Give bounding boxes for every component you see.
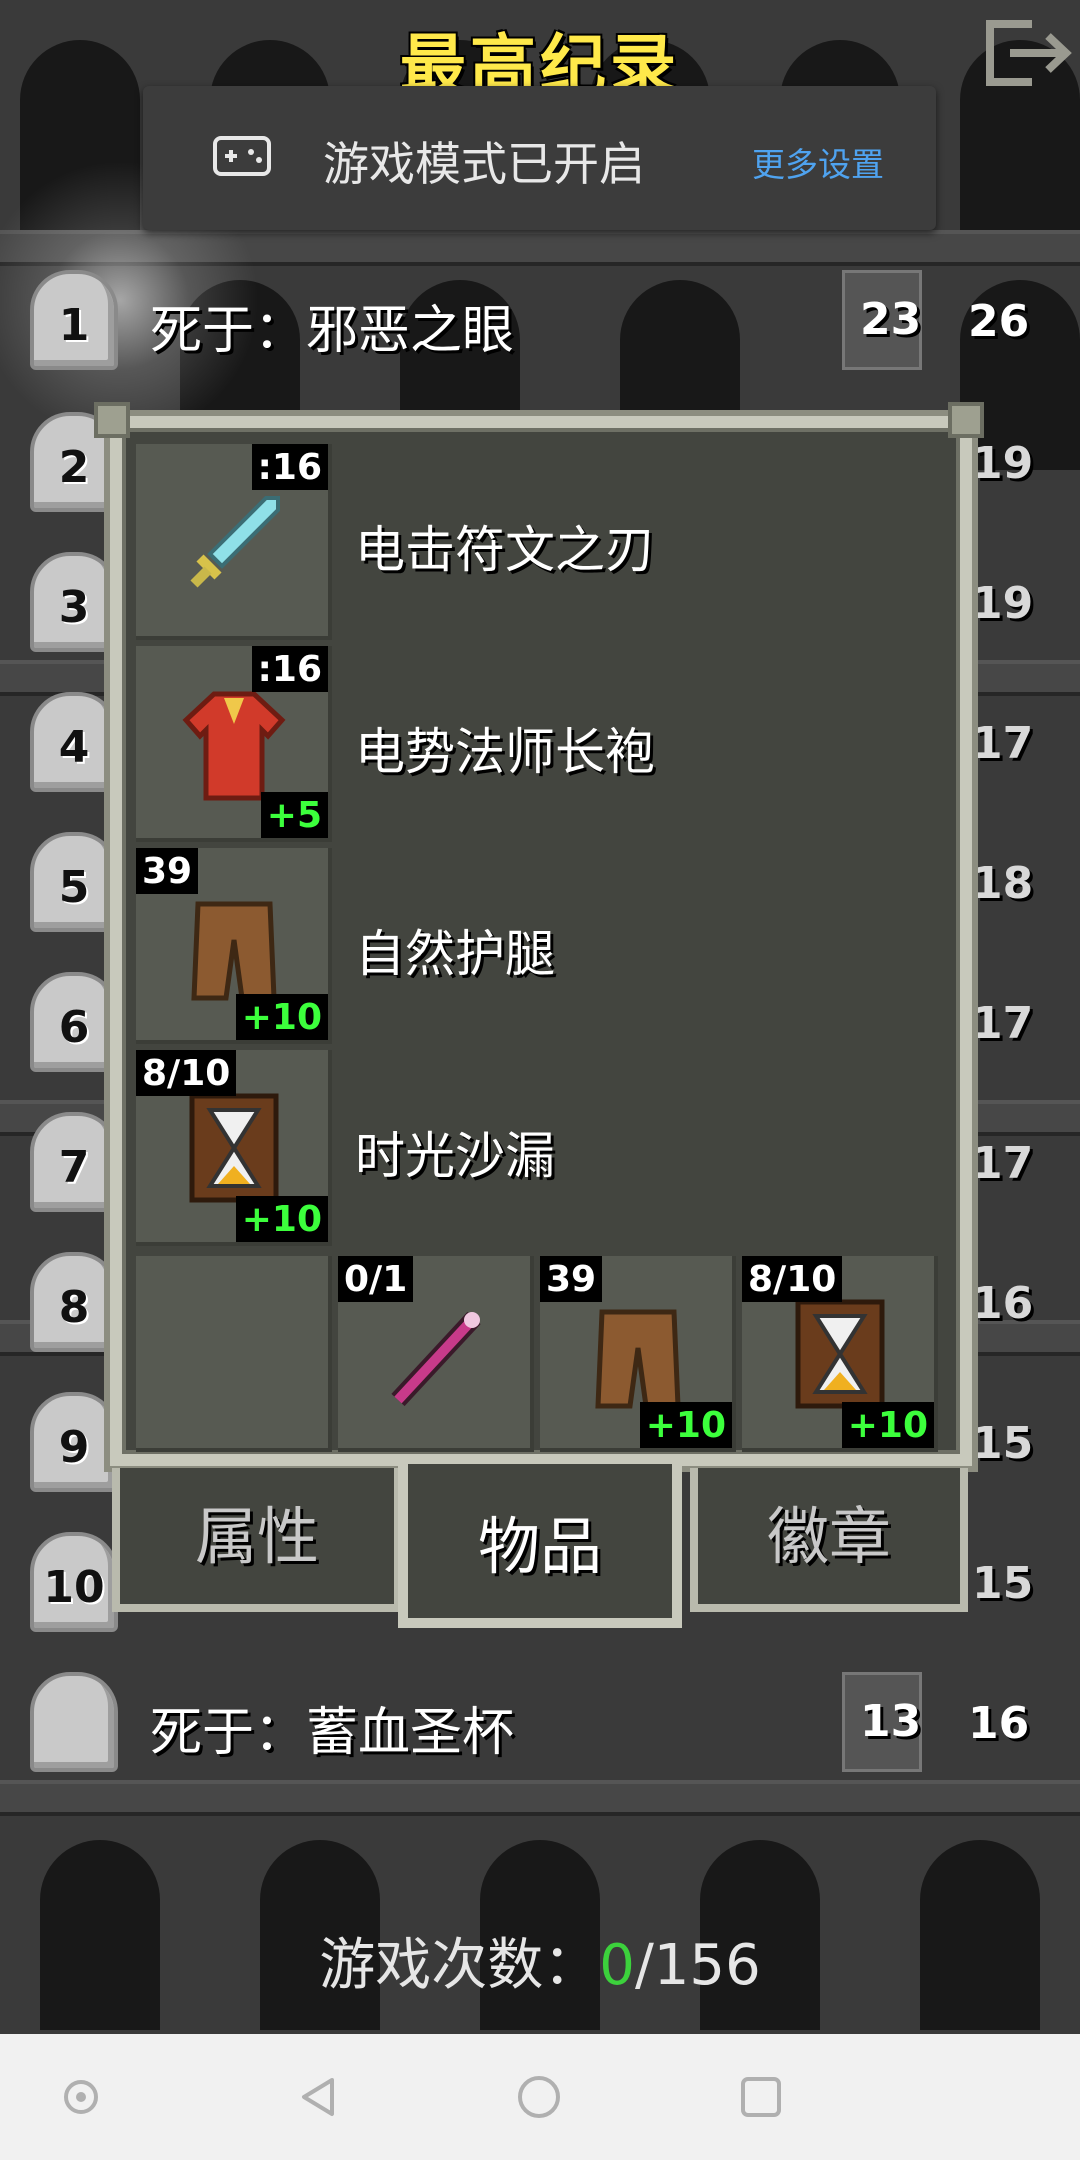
recents-icon[interactable]	[736, 2072, 786, 2122]
item-name: 时光沙漏	[355, 1127, 555, 1185]
wand-icon	[391, 1311, 481, 1407]
window-corner	[94, 402, 130, 438]
toast-message: 游戏模式已开启	[323, 137, 645, 191]
games-total: /156	[634, 1933, 761, 1998]
games-played: 0	[599, 1933, 635, 1998]
side-level: 17	[972, 998, 1034, 1049]
side-level: 19	[972, 578, 1034, 629]
record-row[interactable]: 1 死于：邪恶之眼 23 26	[0, 270, 1080, 380]
level-value: 26	[968, 296, 1030, 347]
quickslot-empty[interactable]	[136, 1256, 332, 1452]
depth-tower: 23	[842, 270, 938, 370]
charge-badge: 39	[136, 848, 199, 894]
charge-badge: 8/10	[742, 1256, 843, 1302]
gamepad-icon	[213, 136, 271, 176]
upgrade-badge: +10	[639, 1402, 732, 1448]
upgrade-badge: +5	[260, 792, 328, 838]
games-label: 游戏次数：	[319, 1933, 600, 1998]
quickslot-wand[interactable]: 0/1	[338, 1256, 534, 1452]
leggings-slot[interactable]: 39 +10	[136, 848, 332, 1044]
upgrade-badge: +10	[235, 1196, 328, 1242]
leggings-icon	[595, 1309, 681, 1409]
item-badge: :16	[251, 646, 328, 692]
system-nav-bar	[0, 2034, 1080, 2160]
depth-value: 23	[860, 294, 922, 345]
side-level: 19	[972, 438, 1034, 489]
leggings-icon	[191, 901, 277, 1001]
tab-items[interactable]: 物品	[398, 1464, 682, 1628]
sword-icon	[190, 496, 280, 588]
weapon-slot[interactable]: :16	[136, 444, 332, 640]
side-level: 17	[972, 718, 1034, 769]
window-corner	[948, 402, 984, 438]
tab-badges[interactable]: 徽章	[690, 1468, 968, 1612]
side-level: 16	[972, 1278, 1034, 1329]
depth-value: 13	[860, 1696, 922, 1747]
robe-icon	[182, 691, 286, 801]
tombstone-icon: 10	[30, 1532, 118, 1632]
charge-badge: 8/10	[136, 1050, 237, 1096]
side-level: 15	[972, 1418, 1034, 1469]
upgrade-badge: +10	[841, 1402, 934, 1448]
quickslot-leggings[interactable]: 39 +10	[540, 1256, 736, 1452]
hourglass-icon	[795, 1299, 885, 1409]
record-row[interactable]: 死于：蓄血圣杯 13 16	[0, 1672, 1080, 1782]
item-name: 自然护腿	[355, 925, 555, 983]
item-badge: :16	[251, 444, 328, 490]
back-icon[interactable]	[294, 2072, 344, 2122]
death-cause: 死于：邪恶之眼	[150, 301, 515, 361]
armor-slot[interactable]: :16 +5	[136, 646, 332, 842]
level-value: 16	[968, 1698, 1030, 1749]
artifact-slot[interactable]: 8/10 +10	[136, 1050, 332, 1246]
item-name: 电势法师长袍	[355, 723, 655, 781]
more-settings-link[interactable]: 更多设置	[752, 138, 884, 186]
side-level: 18	[972, 858, 1034, 909]
game-mode-toast: 游戏模式已开启 更多设置	[143, 86, 936, 230]
hourglass-icon	[189, 1093, 279, 1203]
tombstone-icon: 1	[30, 270, 118, 370]
home-icon[interactable]	[514, 2072, 564, 2122]
tab-stats[interactable]: 属性	[112, 1468, 402, 1612]
exit-icon[interactable]	[982, 18, 1072, 88]
upgrade-badge: +10	[235, 994, 328, 1040]
games-played-counter: 游戏次数：0/156	[0, 1920, 1080, 2001]
quickslot-hourglass[interactable]: 8/10 +10	[742, 1256, 938, 1452]
charge-badge: 0/1	[338, 1256, 414, 1302]
charge-badge: 39	[540, 1256, 603, 1302]
item-name: 电击符文之刃	[355, 521, 655, 579]
depth-tower: 13	[842, 1672, 938, 1772]
assist-icon[interactable]	[56, 2072, 106, 2122]
death-cause: 死于：蓄血圣杯	[150, 1703, 515, 1763]
side-level: 15	[972, 1558, 1034, 1609]
tombstone-icon	[30, 1672, 118, 1772]
side-level: 17	[972, 1138, 1034, 1189]
